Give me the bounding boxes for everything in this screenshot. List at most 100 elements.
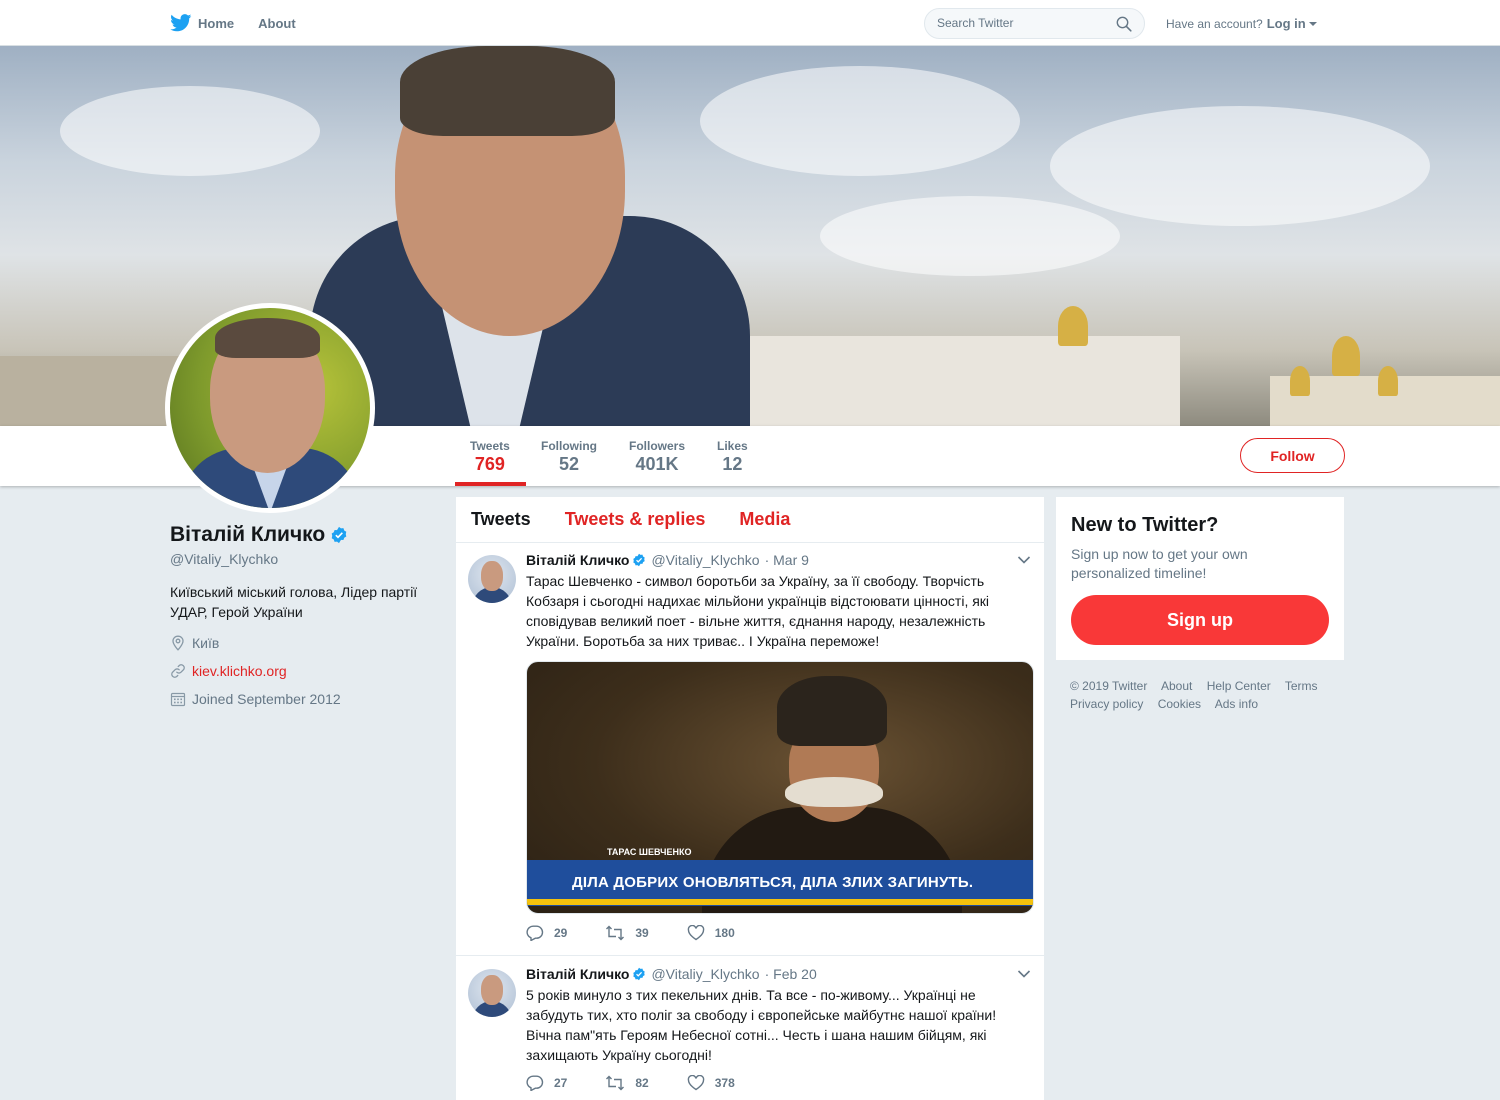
retweet-count: 39 <box>635 926 649 940</box>
timeline: Tweets Tweets & replies Media Віталій Кл… <box>456 497 1044 1100</box>
verified-badge-icon <box>633 967 646 981</box>
tab-tweets-replies[interactable]: Tweets & replies <box>565 509 706 530</box>
retweet-count: 82 <box>635 1076 649 1090</box>
stat-value: 769 <box>474 454 505 474</box>
reply-count: 27 <box>554 1076 568 1090</box>
stat-tweets[interactable]: Tweets 769 <box>470 439 510 475</box>
footer-links: © 2019 Twitter About Help Center Terms P… <box>1070 677 1340 713</box>
like-icon[interactable] <box>687 925 705 941</box>
retweet-action[interactable]: 82 <box>605 1075 649 1091</box>
search-icon[interactable] <box>1116 16 1132 32</box>
nav-left: Home About <box>170 0 320 46</box>
profile-handle[interactable]: @Vitaliy_Klychko <box>170 551 278 567</box>
signup-subtitle: Sign up now to get your own personalized… <box>1071 546 1248 581</box>
chevron-down-icon[interactable] <box>1017 555 1031 565</box>
calendar-icon <box>170 692 186 707</box>
login-area: Have an account? Log in <box>1166 16 1317 31</box>
retweet-icon[interactable] <box>605 925 625 941</box>
like-count: 180 <box>714 926 735 940</box>
tweet-avatar[interactable] <box>468 555 516 603</box>
avatar-image <box>170 308 370 508</box>
signup-button[interactable]: Sign up <box>1071 595 1329 645</box>
tab-media[interactable]: Media <box>739 509 790 530</box>
profile-website: kiev.klichko.org <box>170 663 287 679</box>
profile-avatar[interactable] <box>165 303 375 513</box>
active-stat-underline <box>455 482 526 486</box>
joined-text: Joined September 2012 <box>192 691 341 707</box>
nav-about-link[interactable]: About <box>258 16 296 31</box>
footer-link-cookies[interactable]: Cookies <box>1158 697 1201 711</box>
footer-link-about[interactable]: About <box>1161 679 1192 693</box>
retweet-icon[interactable] <box>605 1075 625 1091</box>
retweet-action[interactable]: 39 <box>605 925 649 941</box>
tweet-header: Віталій Кличко @Vitaliy_Klychko · Feb 20 <box>526 966 817 982</box>
follow-button[interactable]: Follow <box>1240 438 1345 473</box>
reply-icon[interactable] <box>526 1075 544 1091</box>
footer-link-help-center[interactable]: Help Center <box>1207 679 1271 693</box>
stat-likes[interactable]: Likes 12 <box>717 439 748 475</box>
reply-action[interactable]: 29 <box>526 925 567 941</box>
like-count: 378 <box>714 1076 735 1090</box>
stat-value: 52 <box>558 454 580 474</box>
tab-tweets[interactable]: Tweets <box>471 509 531 530</box>
website-link[interactable]: kiev.klichko.org <box>192 663 287 679</box>
timeline-tabs: Tweets Tweets & replies Media <box>456 497 1044 543</box>
like-action[interactable]: 180 <box>687 925 735 941</box>
stat-following[interactable]: Following 52 <box>541 439 597 475</box>
reply-icon[interactable] <box>526 925 544 941</box>
profile-name[interactable]: Віталій Кличко <box>170 523 325 547</box>
stat-value: 401K <box>635 454 679 474</box>
stat-value: 12 <box>722 454 743 474</box>
media-slogan: ДІЛА ДОБРИХ ОНОВЛЯТЬСЯ, ДІЛА ЗЛИХ ЗАГИНУ… <box>572 874 974 891</box>
reply-action[interactable]: 27 <box>526 1075 567 1091</box>
link-icon <box>171 664 185 678</box>
nav-home-link[interactable]: Home <box>198 16 234 31</box>
tweet-author-handle[interactable]: @Vitaliy_Klychko <box>651 966 759 982</box>
footer-link-privacy[interactable]: Privacy policy <box>1070 697 1143 711</box>
top-nav: Home About Have an account? Log in <box>0 0 1500 46</box>
profile-name-row: Віталій Кличко <box>170 523 348 547</box>
tweet-date[interactable]: · Mar 9 <box>765 552 809 568</box>
tweet-actions: 29 39 180 <box>526 925 773 941</box>
profile-bio: Київський міський голова, Лідер партії У… <box>170 584 418 620</box>
stat-label: Tweets <box>470 439 510 453</box>
like-icon[interactable] <box>687 1075 705 1091</box>
chevron-down-icon[interactable] <box>1017 969 1031 979</box>
tweet-author-handle[interactable]: @Vitaliy_Klychko <box>651 552 759 568</box>
footer-link-ads-info[interactable]: Ads info <box>1215 697 1258 711</box>
tweet-author-name[interactable]: Віталій Кличко <box>526 552 629 568</box>
verified-badge-icon <box>633 553 646 567</box>
tweet[interactable]: Віталій Кличко @Vitaliy_Klychko · Feb 20… <box>456 957 1044 1100</box>
tweet-media-image[interactable]: ТАРАС ШЕВЧЕНКО ДІЛА ДОБРИХ ОНОВЛЯТЬСЯ, Д… <box>526 661 1034 914</box>
media-caption: ТАРАС ШЕВЧЕНКО <box>607 847 692 857</box>
tweet-avatar[interactable] <box>468 969 516 1017</box>
tweet-date[interactable]: · Feb 20 <box>765 966 817 982</box>
tweet-header: Віталій Кличко @Vitaliy_Klychko · Mar 9 <box>526 552 809 568</box>
like-action[interactable]: 378 <box>687 1075 735 1091</box>
search-input[interactable] <box>937 16 1107 30</box>
chevron-down-icon[interactable] <box>1308 21 1317 26</box>
stat-label: Followers <box>629 439 686 453</box>
have-account-text: Have an account? <box>1166 16 1263 31</box>
reply-count: 29 <box>554 926 568 940</box>
stat-label: Likes <box>717 439 748 453</box>
tweet-text: 5 років минуло з тих пекельних днів. Та … <box>526 987 997 1063</box>
tweet[interactable]: Віталій Кличко @Vitaliy_Klychko · Mar 9 … <box>456 543 1044 956</box>
verified-badge-icon <box>331 526 347 544</box>
search-box[interactable] <box>924 8 1145 39</box>
tweet-actions: 27 82 378 <box>526 1075 773 1091</box>
tweet-text: Тарас Шевченко - символ боротьби за Укра… <box>526 573 990 649</box>
login-link[interactable]: Log in <box>1267 16 1306 31</box>
location-pin-icon <box>172 635 184 651</box>
footer-copyright: © 2019 Twitter <box>1070 679 1148 693</box>
signup-title: New to Twitter? <box>1071 514 1219 536</box>
twitter-bird-icon[interactable] <box>170 14 192 32</box>
tweet-author-name[interactable]: Віталій Кличко <box>526 966 629 982</box>
profile-location: Київ <box>170 635 219 651</box>
stat-label: Following <box>541 439 597 453</box>
stat-followers[interactable]: Followers 401K <box>629 439 685 475</box>
signup-card: New to Twitter? Sign up now to get your … <box>1056 497 1344 660</box>
profile-joined: Joined September 2012 <box>170 691 341 707</box>
footer-link-terms[interactable]: Terms <box>1285 679 1318 693</box>
location-text: Київ <box>192 635 220 651</box>
